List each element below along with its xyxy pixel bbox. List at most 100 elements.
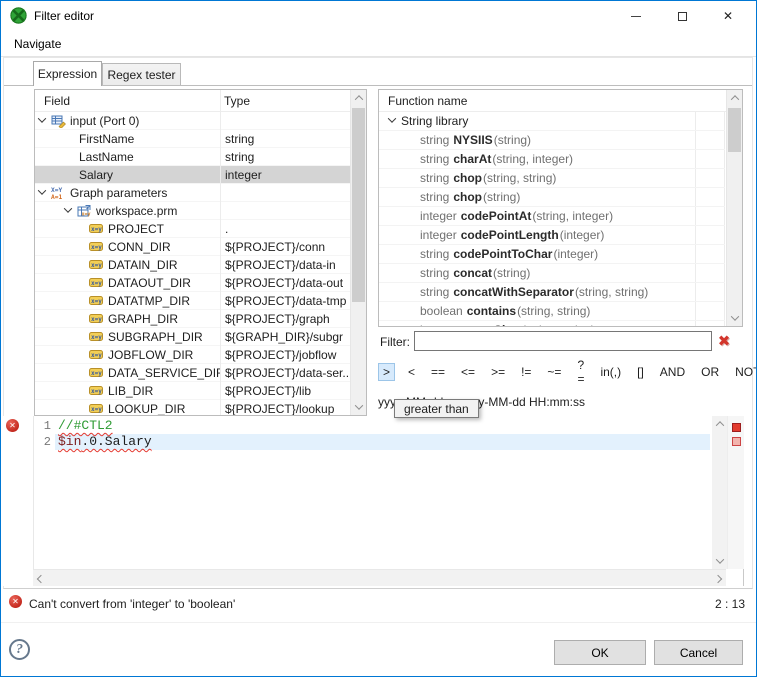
column-header-field[interactable]: Field: [44, 94, 70, 108]
function-list-item[interactable]: stringchop(string): [379, 188, 725, 207]
tree-row[interactable]: x=yCONN_DIR${PROJECT}/conn: [35, 238, 350, 256]
tree-row[interactable]: x=yDATAOUT_DIR${PROJECT}/data-out: [35, 274, 350, 292]
operator-button[interactable]: NOT: [732, 363, 757, 381]
operator-button[interactable]: ?=: [574, 356, 587, 388]
tree-scrollbar-thumb[interactable]: [352, 108, 365, 302]
chevron-down-icon[interactable]: [388, 114, 396, 122]
scroll-up-icon[interactable]: [712, 416, 727, 432]
tab-expression[interactable]: Expression: [33, 61, 102, 86]
function-list-item[interactable]: booleancontains(string, string): [379, 302, 725, 321]
function-name: contains: [467, 304, 516, 318]
scroll-down-icon[interactable]: [351, 399, 367, 415]
tree-row[interactable]: input (Port 0): [35, 112, 350, 130]
code-line[interactable]: //#CTL2: [58, 418, 113, 434]
operator-button[interactable]: in(,): [597, 363, 624, 381]
function-list-item[interactable]: stringcodePointToChar(integer): [379, 245, 725, 264]
function-list-item[interactable]: stringNYSIIS(string): [379, 131, 725, 150]
tree-row-type: ${PROJECT}/data-tmp: [220, 294, 350, 308]
tree-row[interactable]: x=yworkspace.prm: [35, 202, 350, 220]
code-line[interactable]: $in.0.Salary: [58, 434, 152, 450]
function-list-item[interactable]: stringchop(string, string): [379, 169, 725, 188]
filter-input[interactable]: [414, 331, 712, 351]
operator-button[interactable]: >=: [488, 363, 508, 381]
error-marker-secondary-icon[interactable]: [732, 437, 741, 446]
function-list-item[interactable]: integercodePointAt(string, integer): [379, 207, 725, 226]
function-return-type: string: [420, 266, 449, 280]
ok-button[interactable]: OK: [554, 640, 646, 665]
chevron-down-icon[interactable]: [64, 204, 72, 212]
chevron-down-icon[interactable]: [38, 186, 46, 194]
tree-row[interactable]: x=yJOBFLOW_DIR${PROJECT}/jobflow: [35, 346, 350, 364]
tree-scrollbar[interactable]: [350, 90, 366, 415]
tab-regex-tester[interactable]: Regex tester: [102, 63, 181, 85]
editor-overview-ruler[interactable]: [727, 416, 744, 569]
tree-row[interactable]: x=yLOOKUP_DIR${PROJECT}/lookup: [35, 400, 350, 415]
function-scrollbar[interactable]: [726, 90, 742, 326]
tree-row-type: ${PROJECT}/lookup: [220, 402, 350, 416]
current-line-highlight: [55, 434, 710, 450]
function-name: charAt: [453, 152, 491, 166]
function-list-item[interactable]: stringcharAt(string, integer): [379, 150, 725, 169]
tree-row[interactable]: FirstNamestring: [35, 130, 350, 148]
tree-row[interactable]: x=yLIB_DIR${PROJECT}/lib: [35, 382, 350, 400]
function-return-type: boolean: [420, 304, 463, 318]
parameter-key-icon: x=y: [89, 348, 105, 362]
error-marker-icon[interactable]: [732, 423, 741, 432]
menu-navigate[interactable]: Navigate: [10, 36, 65, 52]
cancel-button[interactable]: Cancel: [654, 640, 743, 665]
function-list-item[interactable]: stringconcat(string): [379, 264, 725, 283]
operator-button[interactable]: []: [634, 363, 647, 381]
scroll-left-icon[interactable]: [33, 570, 49, 587]
minimize-button[interactable]: [613, 1, 659, 31]
function-name: NYSIIS: [453, 133, 492, 147]
function-scrollbar-thumb[interactable]: [728, 108, 741, 152]
operator-button[interactable]: ==: [428, 363, 448, 381]
column-header-function-name[interactable]: Function name: [388, 94, 467, 108]
tree-row-label: PROJECT: [108, 222, 164, 236]
operator-button[interactable]: !=: [518, 363, 534, 381]
chevron-down-icon[interactable]: [38, 114, 46, 122]
tree-row[interactable]: x=yGRAPH_DIR${PROJECT}/graph: [35, 310, 350, 328]
editor-horizontal-scrollbar[interactable]: [33, 569, 726, 586]
menubar: Navigate: [1, 31, 756, 57]
tree-row-type: string: [220, 150, 350, 164]
operator-button[interactable]: AND: [657, 363, 688, 381]
tree-row[interactable]: x=yDATATMP_DIR${PROJECT}/data-tmp: [35, 292, 350, 310]
function-list-item[interactable]: integercountChar(string, string): [379, 321, 725, 326]
tree-row[interactable]: x=yDATA_SERVICE_DIR${PROJECT}/data-ser..…: [35, 364, 350, 382]
column-header-type[interactable]: Type: [224, 94, 250, 108]
close-button[interactable]: ✕: [705, 1, 751, 31]
function-args: (string): [493, 266, 530, 280]
operator-button[interactable]: <: [405, 363, 418, 381]
editor-vertical-scrollbar[interactable]: [712, 416, 727, 569]
function-list-item[interactable]: stringconcatWithSeparator(string, string…: [379, 283, 725, 302]
parameter-key-icon: x=y: [89, 384, 105, 398]
tree-row[interactable]: x=ySUBGRAPH_DIR${GRAPH_DIR}/subgr: [35, 328, 350, 346]
date-format-button[interactable]: yyyy-MM-dd HH:mm:ss: [460, 395, 585, 413]
scroll-up-icon[interactable]: [727, 90, 743, 106]
scroll-down-icon[interactable]: [727, 310, 743, 326]
operator-button[interactable]: OR: [698, 363, 722, 381]
gutter-error-icon[interactable]: ✕: [6, 419, 19, 432]
tree-row[interactable]: X=YA=1Graph parameters: [35, 184, 350, 202]
scroll-right-icon[interactable]: [710, 570, 726, 587]
status-row: ✕ Can't convert from 'integer' to 'boole…: [1, 592, 756, 616]
parameter-key-icon: x=y: [89, 222, 105, 236]
error-message: Can't convert from 'integer' to 'boolean…: [29, 597, 235, 611]
function-group-row[interactable]: String library: [379, 112, 725, 131]
tree-row[interactable]: LastNamestring: [35, 148, 350, 166]
titlebar[interactable]: Filter editor ✕: [1, 1, 756, 31]
scroll-up-icon[interactable]: [351, 90, 367, 106]
scroll-down-icon[interactable]: [712, 553, 727, 569]
tree-row[interactable]: x=yPROJECT.: [35, 220, 350, 238]
tree-row[interactable]: Salaryinteger: [35, 166, 350, 184]
tree-row[interactable]: x=yDATAIN_DIR${PROJECT}/data-in: [35, 256, 350, 274]
help-icon[interactable]: ?: [9, 639, 30, 660]
clear-filter-icon[interactable]: ✖: [714, 331, 734, 351]
operator-button[interactable]: ~=: [544, 363, 564, 381]
operator-button[interactable]: <=: [458, 363, 478, 381]
ctl-expression-editor[interactable]: ✕1//#CTL22$in.0.Salary: [3, 416, 744, 586]
function-list-item[interactable]: integercodePointLength(integer): [379, 226, 725, 245]
maximize-button[interactable]: [659, 1, 705, 31]
operator-button[interactable]: >: [378, 363, 395, 381]
